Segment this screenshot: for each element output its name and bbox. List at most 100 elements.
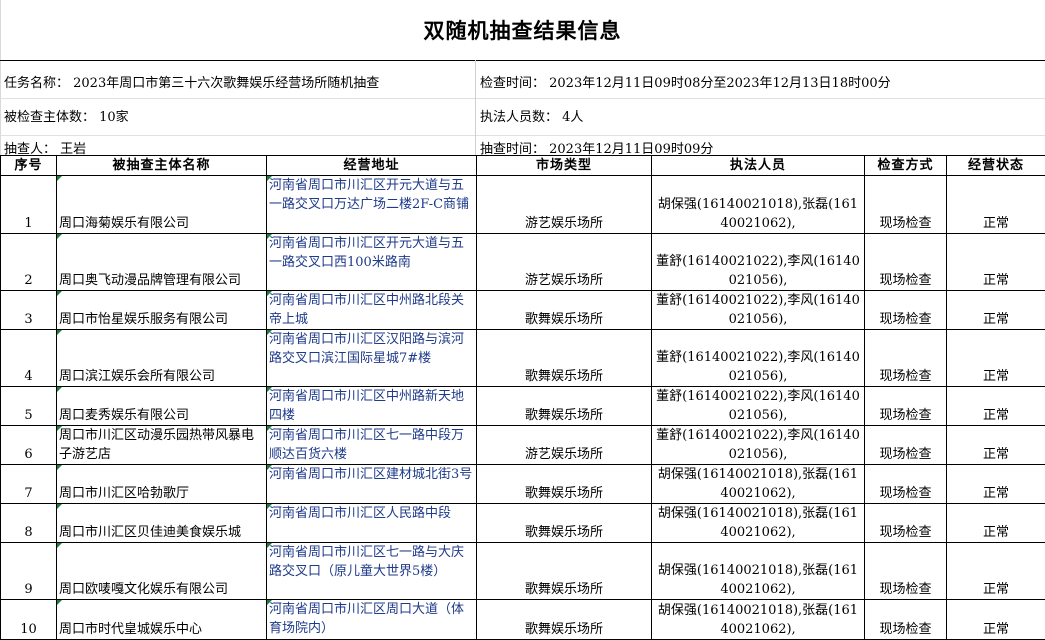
table-row: 6 周口市川汇区动漫乐园热带风暴电子游艺店 河南省周口市川汇区七一路中段万顺达百… (1, 426, 1045, 465)
row-method: 现场检查 (865, 600, 947, 640)
row-name: 周口市川汇区动漫乐园热带风暴电子游艺店 (57, 426, 267, 465)
row-staff: 董舒(16140021022),李风(16140021056), (652, 330, 865, 387)
row-type: 歌舞娱乐场所 (477, 291, 652, 330)
row-status: 正常 (947, 291, 1045, 330)
cell-indicator-icon (267, 465, 272, 470)
row-method: 现场检查 (865, 330, 947, 387)
cell-indicator-icon (57, 330, 62, 335)
row-staff: 胡保强(16140021018),张磊(16140021062), (652, 176, 865, 234)
cell-indicator-icon (267, 600, 272, 605)
task-name: 任务名称： 2023年周口市第三十六次歌舞娱乐经营场所随机抽查 (4, 72, 379, 91)
row-type: 游艺娱乐场所 (477, 234, 652, 291)
row-address: 河南省周口市川汇区开元大道与五一路交叉口万达广场二楼2F-C商铺 (267, 176, 477, 234)
row-no: 8 (1, 504, 57, 543)
row-name: 周口市时代皇城娱乐中心 (57, 600, 267, 640)
row-name: 周口市川汇区哈勃歌厅 (57, 465, 267, 504)
table-header-row: 序号 被抽查主体名称 经营地址 市场类型 执法人员 检查方式 经营状态 (1, 156, 1045, 176)
row-no: 4 (1, 330, 57, 387)
divider (0, 98, 1045, 99)
cell-indicator-icon (267, 504, 272, 509)
row-method: 现场检查 (865, 387, 947, 426)
cell-indicator-icon (267, 330, 272, 335)
row-status: 正常 (947, 504, 1045, 543)
page-title: 双随机抽查结果信息 (0, 0, 1045, 60)
row-address: 河南省周口市川汇区周口大道（体育场院内） (267, 600, 477, 640)
row-staff: 董舒(16140021022),李风(16140021056), (652, 387, 865, 426)
table-row: 7 周口市川汇区哈勃歌厅 河南省周口市川汇区建材城北街3号 歌舞娱乐场所 胡保强… (1, 465, 1045, 504)
table-row: 2 周口奥飞动漫品牌管理有限公司 河南省周口市川汇区开元大道与五一路交叉口西10… (1, 234, 1045, 291)
table-row: 5 周口麦秀娱乐有限公司 河南省周口市川汇区中州路新天地四楼 歌舞娱乐场所 董舒… (1, 387, 1045, 426)
table-row: 8 周口市川汇区贝佳迪美食娱乐城 河南省周口市川汇区人民路中段 歌舞娱乐场所 胡… (1, 504, 1045, 543)
row-method: 现场检查 (865, 291, 947, 330)
row-name: 周口滨江娱乐会所有限公司 (57, 330, 267, 387)
check-time: 检查时间： 2023年12月11日09时08分至2023年12月13日18时00… (480, 72, 891, 91)
cell-indicator-icon (57, 504, 62, 509)
cell-indicator-icon (57, 465, 62, 470)
row-address: 河南省周口市川汇区开元大道与五一路交叉口西100米路南 (267, 234, 477, 291)
row-no: 7 (1, 465, 57, 504)
cell-indicator-icon (57, 291, 62, 296)
row-method: 现场检查 (865, 426, 947, 465)
row-type: 歌舞娱乐场所 (477, 504, 652, 543)
row-status: 正常 (947, 543, 1045, 600)
cell-indicator-icon (57, 600, 62, 605)
row-method: 现场检查 (865, 543, 947, 600)
table-row: 3 周口市怡星娱乐服务有限公司 河南省周口市川汇区中州路北段关帝上城 歌舞娱乐场… (1, 291, 1045, 330)
row-no: 5 (1, 387, 57, 426)
cell-indicator-icon (57, 176, 62, 181)
row-method: 现场检查 (865, 176, 947, 234)
row-address: 河南省周口市川汇区七一路中段万顺达百货六楼 (267, 426, 477, 465)
row-name: 周口奥飞动漫品牌管理有限公司 (57, 234, 267, 291)
table-row: 10 周口市时代皇城娱乐中心 河南省周口市川汇区周口大道（体育场院内） 歌舞娱乐… (1, 600, 1045, 640)
cell-indicator-icon (57, 543, 62, 548)
row-status: 正常 (947, 465, 1045, 504)
table-row: 1 周口海菊娱乐有限公司 河南省周口市川汇区开元大道与五一路交叉口万达广场二楼2… (1, 176, 1045, 234)
row-address: 河南省周口市川汇区建材城北街3号 (267, 465, 477, 504)
row-address: 河南省周口市川汇区七一路与大庆路交叉口（原儿童大世界5楼） (267, 543, 477, 600)
col-header-method: 检查方式 (865, 156, 947, 176)
cell-indicator-icon (267, 291, 272, 296)
cell-indicator-icon (57, 234, 62, 239)
cell-indicator-icon (267, 543, 272, 548)
row-status: 正常 (947, 426, 1045, 465)
row-status: 正常 (947, 387, 1045, 426)
cell-indicator-icon (267, 176, 272, 181)
row-staff: 胡保强(16140021018),张磊(16140021062), (652, 600, 865, 640)
row-name: 周口麦秀娱乐有限公司 (57, 387, 267, 426)
row-name: 周口市怡星娱乐服务有限公司 (57, 291, 267, 330)
results-table: 序号 被抽查主体名称 经营地址 市场类型 执法人员 检查方式 经营状态 1 周口… (0, 155, 1045, 640)
table-row: 4 周口滨江娱乐会所有限公司 河南省周口市川汇区汉阳路与滨河路交叉口滨江国际星城… (1, 330, 1045, 387)
row-staff: 董舒(16140021022),李风(16140021056), (652, 426, 865, 465)
row-method: 现场检查 (865, 234, 947, 291)
cell-indicator-icon (267, 426, 272, 431)
cell-indicator-icon (57, 426, 62, 431)
row-no: 9 (1, 543, 57, 600)
cell-indicator-icon (267, 234, 272, 239)
row-staff: 胡保强(16140021018),张磊(16140021062), (652, 465, 865, 504)
divider (475, 60, 476, 155)
subject-count: 被检查主体数： 10家 (4, 106, 129, 125)
row-address: 河南省周口市川汇区中州路新天地四楼 (267, 387, 477, 426)
row-no: 1 (1, 176, 57, 234)
row-name: 周口欧唛嘎文化娱乐有限公司 (57, 543, 267, 600)
row-staff: 董舒(16140021022),李风(16140021056), (652, 234, 865, 291)
row-type: 歌舞娱乐场所 (477, 330, 652, 387)
row-name: 周口海菊娱乐有限公司 (57, 176, 267, 234)
row-staff: 胡保强(16140021018),张磊(16140021062), (652, 543, 865, 600)
row-status: 正常 (947, 330, 1045, 387)
row-type: 歌舞娱乐场所 (477, 465, 652, 504)
col-header-address: 经营地址 (267, 156, 477, 176)
divider (0, 135, 1045, 136)
col-header-staff: 执法人员 (652, 156, 865, 176)
row-status: 正常 (947, 600, 1045, 640)
row-type: 游艺娱乐场所 (477, 426, 652, 465)
cell-indicator-icon (57, 387, 62, 392)
row-method: 现场检查 (865, 504, 947, 543)
row-address: 河南省周口市川汇区中州路北段关帝上城 (267, 291, 477, 330)
row-status: 正常 (947, 176, 1045, 234)
enforcer-count: 执法人员数： 4人 (480, 106, 583, 125)
table-row: 9 周口欧唛嘎文化娱乐有限公司 河南省周口市川汇区七一路与大庆路交叉口（原儿童大… (1, 543, 1045, 600)
col-header-no: 序号 (1, 156, 57, 176)
row-type: 游艺娱乐场所 (477, 176, 652, 234)
row-type: 歌舞娱乐场所 (477, 600, 652, 640)
